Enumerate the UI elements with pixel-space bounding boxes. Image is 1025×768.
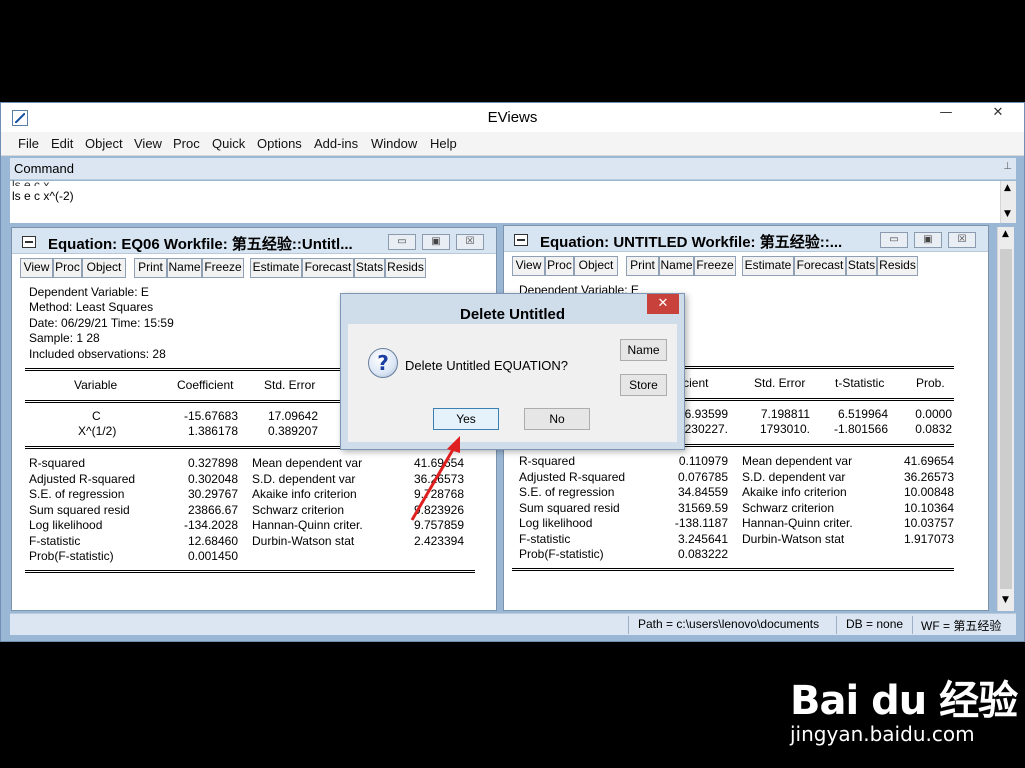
arrow-shaft	[410, 445, 457, 521]
baidu-logo: Bai du 经验	[790, 678, 1018, 724]
arrow-head	[447, 436, 460, 453]
annotation-arrow	[410, 436, 460, 521]
watermark-url: jingyan.baidu.com	[790, 722, 975, 746]
